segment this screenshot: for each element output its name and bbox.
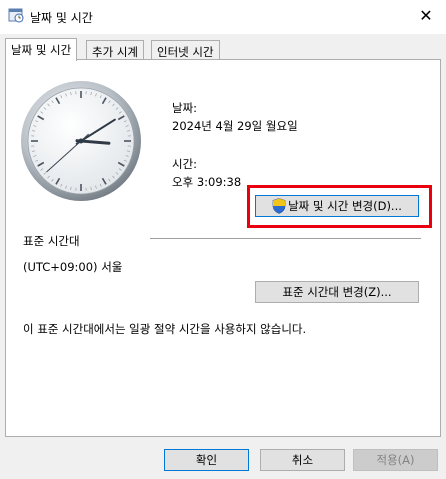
- analog-clock-icon: [21, 81, 141, 201]
- time-value: 오후 3:09:38: [172, 175, 242, 189]
- date-label: 날짜:: [172, 101, 198, 115]
- tab-label: 인터넷 시간: [157, 45, 214, 59]
- change-timezone-label: 표준 시간대 변경(Z)...: [282, 285, 392, 299]
- uac-shield-icon: [272, 198, 286, 214]
- tab-label: 추가 시계: [92, 45, 138, 59]
- window-title: 날짜 및 시간: [30, 11, 93, 25]
- cancel-label: 취소: [291, 453, 314, 467]
- close-icon: ✕: [419, 5, 433, 25]
- tab-additional-clocks[interactable]: 추가 시계: [86, 40, 144, 60]
- timezone-heading: 표준 시간대: [23, 234, 80, 248]
- tab-strip: 날짜 및 시간 추가 시계 인터넷 시간: [5, 38, 441, 61]
- tab-date-time[interactable]: 날짜 및 시간: [5, 38, 78, 61]
- ok-button[interactable]: 확인: [164, 449, 249, 471]
- tab-internet-time[interactable]: 인터넷 시간: [151, 40, 220, 60]
- clock-calendar-icon: [8, 8, 24, 23]
- change-date-time-button[interactable]: 날짜 및 시간 변경(D)...: [255, 195, 419, 217]
- time-label: 시간:: [172, 157, 198, 171]
- timezone-value: (UTC+09:00) 서울: [23, 260, 123, 274]
- change-date-time-label: 날짜 및 시간 변경(D)...: [288, 199, 402, 213]
- change-timezone-button[interactable]: 표준 시간대 변경(Z)...: [255, 281, 419, 303]
- section-divider: [150, 238, 421, 239]
- apply-button[interactable]: 적용(A): [353, 449, 438, 471]
- close-button[interactable]: ✕: [406, 0, 446, 30]
- tab-label: 날짜 및 시간: [11, 43, 72, 57]
- apply-label: 적용(A): [376, 453, 415, 467]
- ok-label: 확인: [195, 453, 218, 467]
- title-bar: 날짜 및 시간 ✕: [0, 0, 446, 34]
- cancel-button[interactable]: 취소: [260, 449, 345, 471]
- date-value: 2024년 4월 29일 월요일: [172, 119, 298, 133]
- dst-note: 이 표준 시간대에서는 일광 절약 시간을 사용하지 않습니다.: [23, 322, 307, 336]
